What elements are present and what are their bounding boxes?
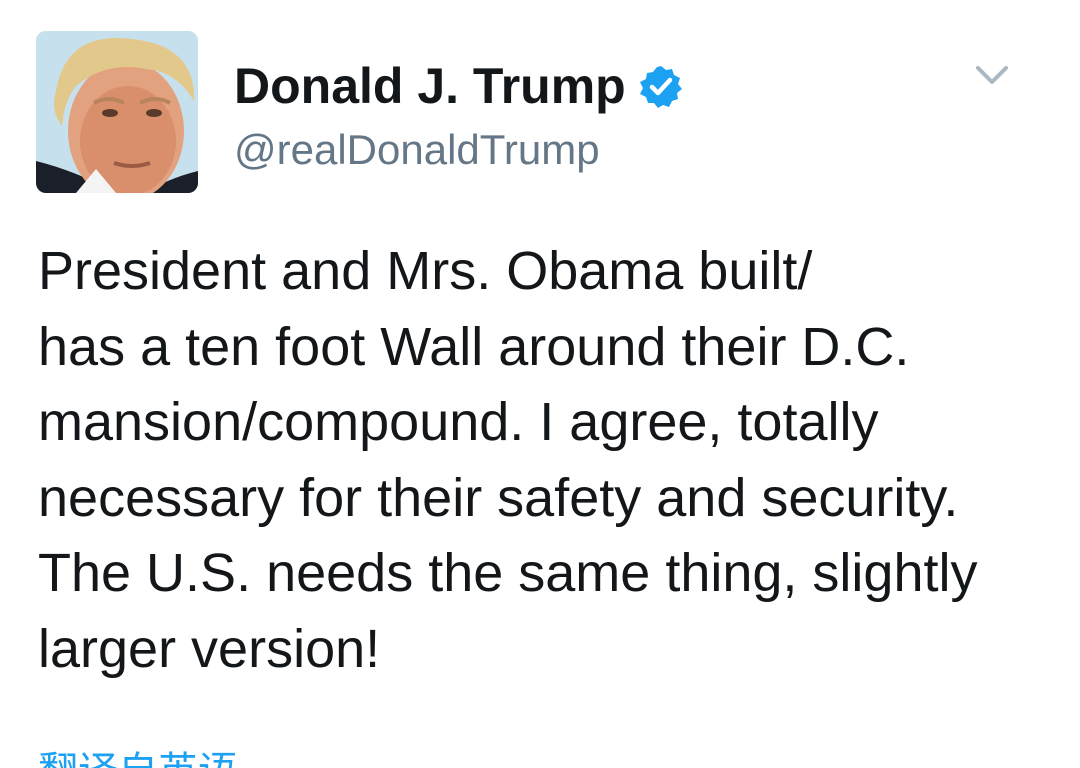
avatar-image	[36, 31, 198, 193]
tweet-text-line: larger version!	[38, 618, 381, 679]
chevron-down-icon[interactable]	[972, 58, 1012, 94]
verified-badge-icon	[638, 63, 684, 109]
tweet-card: Donald J. Trump @realDonaldTrump Preside…	[0, 0, 1080, 768]
display-name-text: Donald J. Trump	[234, 58, 626, 114]
display-name[interactable]: Donald J. Trump	[234, 56, 684, 116]
tweet-text: President and Mrs. Obama built/ has a te…	[38, 234, 1048, 687]
tweet-text-line: necessary for their safety and security.	[38, 467, 959, 528]
tweet-text-line: has a ten foot Wall around their D.C.	[38, 316, 910, 377]
tweet-text-line: President and Mrs. Obama built/	[38, 241, 813, 301]
translate-link[interactable]: 翻译自英语	[38, 748, 238, 768]
avatar[interactable]	[36, 31, 198, 193]
tweet-text-line: mansion/compound. I agree, totally	[38, 392, 879, 452]
user-handle[interactable]: @realDonaldTrump	[234, 124, 600, 176]
tweet-text-line: The U.S. needs the same thing, slightly	[38, 543, 978, 603]
